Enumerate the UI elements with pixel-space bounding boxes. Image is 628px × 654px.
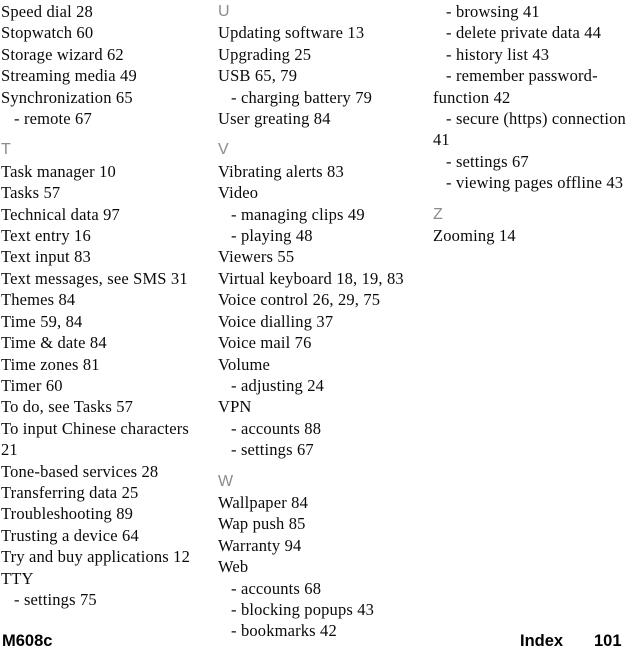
index-entry: Timer 60 xyxy=(1,375,63,395)
footer-section-label: Index xyxy=(520,632,564,650)
index-entry: Streaming media 49 xyxy=(1,66,137,86)
index-subentry: - adjusting 24 xyxy=(231,375,325,395)
index-entry: Wallpaper 84 xyxy=(218,492,308,512)
index-entry: TTY xyxy=(1,568,34,588)
index-entry: Text input 83 xyxy=(1,247,91,267)
index-entry: Virtual keyboard 18, 19, 83 xyxy=(218,268,404,288)
index-entry: Time zones 81 xyxy=(1,354,100,374)
index-entry: Wap push 85 xyxy=(218,514,306,534)
page-footer: M608c Index 101 xyxy=(0,630,628,654)
index-page: Speed dial 28 Stopwatch 60 Storage wizard … xyxy=(0,0,628,654)
index-entry: Trusting a device 64 xyxy=(1,525,139,545)
index-entry: Voice dialling 37 xyxy=(218,311,334,331)
index-entry: Tasks 57 xyxy=(1,183,61,203)
index-entry: Stopwatch 60 xyxy=(1,23,94,43)
index-subentry: - settings 67 xyxy=(231,440,314,460)
index-subentry: - settings 75 xyxy=(14,589,97,609)
index-subentry: - secure (https) connection xyxy=(446,109,626,129)
index-entry: function 42 xyxy=(433,87,511,107)
index-entry: Warranty 94 xyxy=(218,535,302,555)
index-column-1: Speed dial 28 Stopwatch 60 Storage wizard … xyxy=(0,0,214,610)
index-entry: Voice control 26, 29, 75 xyxy=(218,290,381,310)
index-letter-heading: V xyxy=(218,141,229,159)
index-entry: Troubleshooting 89 xyxy=(1,504,134,524)
index-letter-heading: W xyxy=(218,472,234,490)
index-entry: VPN xyxy=(218,397,252,417)
index-entry: Web xyxy=(218,557,249,577)
index-entry: Viewers 55 xyxy=(218,247,295,267)
index-entry: User greating 84 xyxy=(218,109,331,129)
index-entry: Themes 84 xyxy=(1,290,76,310)
index-subentry: - charging battery 79 xyxy=(231,87,373,107)
index-subentry: - accounts 88 xyxy=(231,418,322,438)
index-subentry: - history list 43 xyxy=(446,44,550,64)
index-entry: Speed dial 28 xyxy=(1,2,93,21)
index-entry: Task manager 10 xyxy=(1,161,116,181)
index-entry: USB 65, 79 xyxy=(218,66,298,86)
index-subentry: - blocking popups 43 xyxy=(231,599,375,619)
index-entry: Volume xyxy=(218,354,271,374)
index-entry: Text entry 16 xyxy=(1,226,91,246)
index-subentry: - remote 67 xyxy=(14,109,92,129)
index-columns: Speed dial 28 Stopwatch 60 Storage wizard … xyxy=(0,0,628,640)
index-entry: Tone-based services 28 xyxy=(1,461,159,481)
index-entry: Time 59, 84 xyxy=(1,311,83,331)
index-entry: 41 xyxy=(433,130,450,150)
index-subentry: - remember password- xyxy=(446,66,598,86)
index-subentry: - playing 48 xyxy=(231,226,313,246)
index-entry: To do, see Tasks 57 xyxy=(1,397,134,417)
index-subentry: - settings 67 xyxy=(446,151,529,171)
index-entry: Technical data 97 xyxy=(1,204,120,224)
index-entry: 21 xyxy=(1,440,18,460)
index-entry: Voice mail 76 xyxy=(218,333,312,353)
index-entry: Try and buy applications 12 xyxy=(1,547,191,567)
index-letter-heading: U xyxy=(218,3,230,20)
index-entry: Synchronization 65 xyxy=(1,87,133,107)
index-letter-heading: Z xyxy=(433,205,444,223)
index-subentry: - viewing pages offline 43 xyxy=(446,173,624,193)
index-entry: Text messages, see SMS 31 xyxy=(1,268,188,288)
index-subentry: - managing clips 49 xyxy=(231,204,365,224)
index-entry: Video xyxy=(218,183,259,203)
index-entry: Zooming 14 xyxy=(433,226,516,246)
index-entry: Updating software 13 xyxy=(218,23,365,43)
index-column-2: U Updating software 13 Upgrading 25 USB 65,… xyxy=(214,0,429,642)
index-subentry: - accounts 68 xyxy=(231,578,322,598)
footer-model: M608c xyxy=(2,632,53,650)
index-entry: Time & date 84 xyxy=(1,333,107,353)
index-entry: Vibrating alerts 83 xyxy=(218,161,344,181)
footer-page-number: 101 xyxy=(594,632,622,650)
index-entry: Storage wizard 62 xyxy=(1,44,124,64)
index-subentry: - browsing 41 xyxy=(446,2,540,21)
index-entry: Upgrading 25 xyxy=(218,44,312,64)
index-entry: To input Chinese characters xyxy=(1,418,189,438)
index-subentry: - delete private data 44 xyxy=(446,23,602,43)
index-column-3: - browsing 41 - delete private data 44- h… xyxy=(429,0,628,246)
index-entry: Transferring data 25 xyxy=(1,482,139,502)
index-letter-heading: T xyxy=(1,141,12,159)
